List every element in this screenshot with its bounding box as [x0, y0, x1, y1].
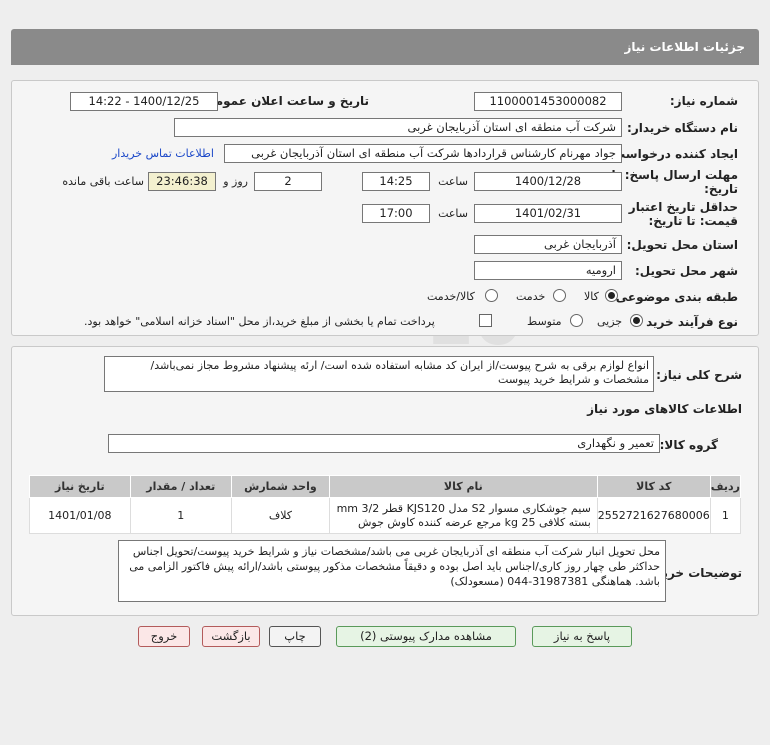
deadline-date-field: 1400/12/28: [474, 172, 622, 191]
remaining-label: ساعت باقی مانده: [62, 175, 144, 188]
deadline-label-1: مهلت ارسال پاسخ: تا: [611, 168, 739, 182]
description-text: انواع لوازم برقی به شرح پیوست/از ایران ک…: [104, 356, 654, 392]
remaining-time-field: 23:46:38: [148, 172, 216, 191]
validity-time-label: ساعت: [438, 207, 468, 220]
page-header: جزئیات اطلاعات نیاز: [11, 29, 759, 65]
category-radio-service[interactable]: [553, 289, 566, 302]
category-radio-goods-service[interactable]: [485, 289, 498, 302]
col-qty: تعداد / مقدار: [129, 475, 232, 498]
contact-buyer-link[interactable]: اطلاعات تماس خریدار: [112, 147, 214, 160]
validity-label-1: حداقل تاریخ اعتبار: [628, 200, 738, 214]
province-label: استان محل تحویل:: [626, 238, 738, 252]
deadline-label-2: تاریخ:: [704, 182, 738, 196]
validity-label-2: قیمت: تا تاریخ:: [648, 214, 738, 228]
days-field: 2: [254, 172, 322, 191]
province-field: آذربایجان غربی: [474, 235, 622, 254]
cell-qty: 1: [129, 497, 232, 534]
process-option-medium: متوسط: [527, 315, 562, 328]
cell-row: 1: [709, 497, 742, 534]
cell-unit: کلاف: [230, 497, 330, 534]
process-label: نوع فرآیند خرید :: [637, 315, 738, 329]
process-radio-medium[interactable]: [570, 314, 583, 327]
treasury-payment-checkbox[interactable]: [479, 314, 492, 327]
cell-name: سیم جوشکاری مسوار S2 مدل KJS120 قطر mm 3…: [328, 497, 598, 534]
category-option-goods: کالا: [584, 290, 599, 303]
table-row: 1 2552721627680006 سیم جوشکاری مسوار S2 …: [29, 497, 742, 534]
creator-label: ایجاد کننده درخواست:: [608, 147, 738, 161]
announce-label: تاریخ و ساعت اعلان عمومی:: [198, 94, 369, 108]
page-title: جزئیات اطلاعات نیاز: [624, 40, 745, 54]
cell-code: 2552721627680006: [596, 497, 711, 534]
buyer-notes-text: محل تحویل انبار شرکت آب منطقه ای آذربایج…: [118, 540, 666, 602]
category-option-service: خدمت: [516, 290, 546, 303]
validity-date-field: 1401/02/31: [474, 204, 622, 223]
need-number-label: شماره نیاز:: [669, 94, 738, 108]
goods-table-header: ردیف کد کالا نام کالا واحد شمارش تعداد /…: [29, 475, 742, 498]
category-option-goods-service: کالا/خدمت: [427, 290, 475, 303]
announce-field: 1400/12/25 - 14:22: [70, 92, 218, 111]
back-button[interactable]: بازگشت: [202, 626, 260, 647]
col-name: نام کالا: [328, 475, 598, 498]
process-option-minor: جزیی: [597, 315, 623, 328]
validity-time-field: 17:00: [362, 204, 430, 223]
category-label: طبقه بندی موضوعی:: [610, 290, 738, 304]
cell-date: 1401/01/08: [29, 497, 131, 534]
need-number-field: 1100001453000082: [474, 92, 622, 111]
buyer-org-field: شرکت آب منطقه ای استان آذربایجان غربی: [174, 118, 622, 137]
view-documents-button[interactable]: مشاهده مدارک پیوستی (2): [336, 626, 516, 647]
col-code: کد کالا: [596, 475, 711, 498]
col-row: ردیف: [709, 475, 742, 498]
category-radio-goods[interactable]: [605, 289, 618, 302]
goods-section-title: اطلاعات کالاهای مورد نیاز: [587, 402, 742, 416]
description-label: شرح کلی نیاز:: [656, 368, 742, 382]
buyer-org-label: نام دستگاه خریدار:: [627, 121, 738, 135]
col-unit: واحد شمارش: [230, 475, 330, 498]
process-radio-minor[interactable]: [630, 314, 643, 327]
deadline-time-label: ساعت: [438, 175, 468, 188]
creator-field: جواد مهرنام کارشناس قراردادها شرکت آب من…: [224, 144, 622, 163]
print-button[interactable]: چاپ: [269, 626, 321, 647]
city-field: ارومیه: [474, 261, 622, 280]
exit-button[interactable]: خروج: [138, 626, 190, 647]
days-label: روز و: [223, 175, 248, 188]
reply-button[interactable]: پاسخ به نیاز: [532, 626, 632, 647]
col-date: تاریخ نیاز: [29, 475, 131, 498]
goods-group-field: تعمیر و نگهداری: [108, 434, 660, 453]
payment-note: پرداخت تمام یا بخشی از مبلغ خرید،از محل …: [84, 315, 435, 328]
goods-group-label: گروه کالا:: [659, 438, 718, 452]
deadline-time-field: 14:25: [362, 172, 430, 191]
city-label: شهر محل تحویل:: [634, 264, 738, 278]
goods-table: ردیف کد کالا نام کالا واحد شمارش تعداد /…: [29, 475, 742, 534]
